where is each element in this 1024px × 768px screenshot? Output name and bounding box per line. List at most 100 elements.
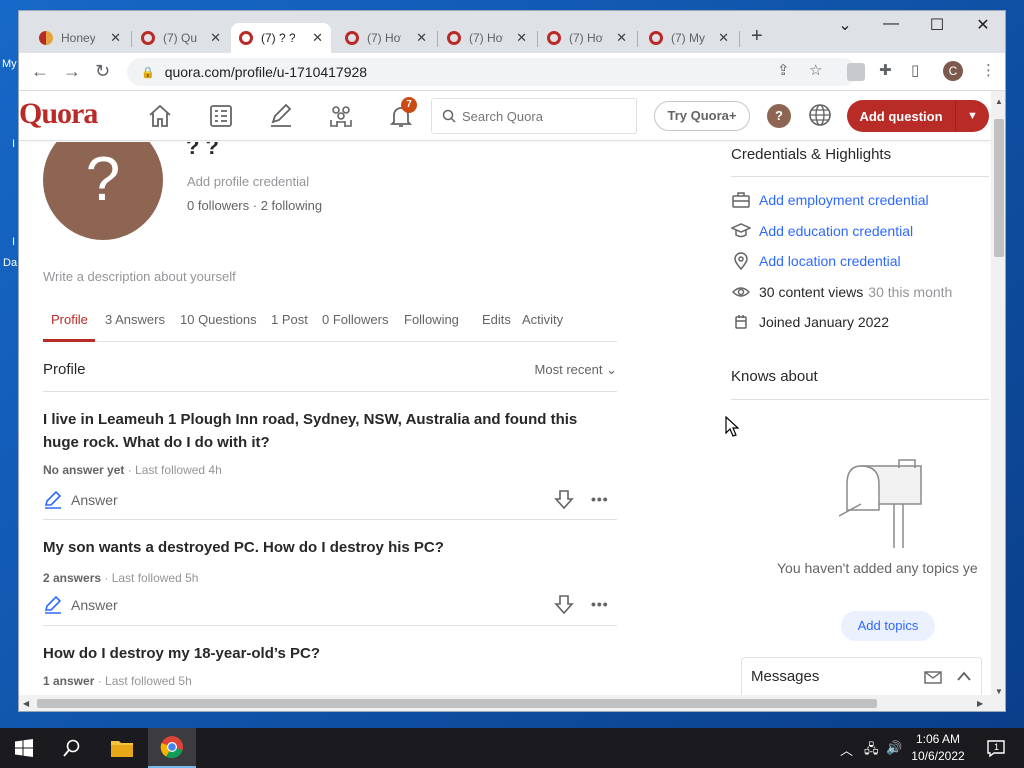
- follow-stats[interactable]: 0 followers · 2 following: [187, 198, 322, 213]
- browser-tab-active[interactable]: (7) ? ? ✕: [231, 23, 331, 53]
- tab-answers[interactable]: 3 Answers: [105, 312, 165, 327]
- add-question-button[interactable]: Add question ▼: [847, 100, 989, 132]
- tab-questions[interactable]: 10 Questions: [180, 312, 257, 327]
- close-tab-icon[interactable]: ✕: [416, 30, 427, 46]
- close-tab-icon[interactable]: ✕: [516, 30, 527, 46]
- browser-tab[interactable]: Honey ✕: [31, 23, 129, 53]
- tab-activity[interactable]: Activity: [522, 312, 563, 327]
- start-button[interactable]: [0, 728, 48, 768]
- location-link[interactable]: Add location credential: [759, 253, 901, 269]
- answer-count[interactable]: 2 answers: [43, 571, 101, 585]
- mouse-pointer-icon: [725, 416, 739, 437]
- answer-pencil-icon[interactable]: [268, 103, 294, 129]
- downvote-arrow-icon[interactable]: [553, 488, 575, 510]
- downvote-arrow-icon[interactable]: [553, 593, 575, 615]
- extension-icon[interactable]: [847, 63, 865, 81]
- side-panel-icon[interactable]: ▯: [911, 61, 919, 79]
- new-tab-button[interactable]: +: [751, 25, 763, 48]
- add-education-credential[interactable]: Add education credential: [731, 222, 913, 240]
- answer-count[interactable]: No answer yet: [43, 463, 124, 477]
- question-title[interactable]: I live in Leameuh 1 Plough Inn road, Syd…: [43, 408, 617, 454]
- close-tab-icon[interactable]: ✕: [616, 30, 627, 46]
- knows-about-title: Knows about: [731, 368, 818, 385]
- menu-kebab-icon[interactable]: ⋮: [981, 61, 996, 79]
- tab-search-chevron-icon[interactable]: ⌄: [825, 15, 865, 35]
- scroll-right-arrow-icon[interactable]: ▶: [977, 699, 983, 708]
- more-options-icon[interactable]: •••: [591, 491, 609, 507]
- more-options-icon[interactable]: •••: [591, 596, 609, 612]
- minimize-button[interactable]: —: [871, 15, 911, 33]
- volume-icon[interactable]: 🔊: [886, 740, 902, 756]
- forward-arrow-icon[interactable]: →: [63, 61, 81, 82]
- add-location-credential[interactable]: Add location credential: [731, 252, 901, 270]
- scrollbar-thumb[interactable]: [994, 119, 1004, 257]
- tray-chevron-icon[interactable]: ︿: [840, 740, 853, 759]
- tab-following[interactable]: Following: [404, 312, 459, 327]
- tab-followers[interactable]: 0 Followers: [322, 312, 388, 327]
- profile-avatar[interactable]: ?: [43, 142, 163, 240]
- chevron-up-icon[interactable]: [956, 670, 972, 682]
- search-input[interactable]: [462, 108, 622, 124]
- search-box[interactable]: [431, 98, 637, 134]
- language-globe-icon[interactable]: [808, 103, 832, 127]
- action-center-icon[interactable]: 1: [986, 738, 1006, 761]
- close-window-button[interactable]: ✕: [963, 15, 1003, 35]
- browser-tab[interactable]: (7) How ✕: [337, 23, 435, 53]
- spaces-people-icon[interactable]: [328, 103, 354, 129]
- tab-posts[interactable]: 1 Post: [271, 312, 308, 327]
- chrome-taskbar-button[interactable]: [148, 728, 196, 768]
- chrome-profile-avatar[interactable]: C: [943, 61, 963, 81]
- browser-tab[interactable]: (7) My ✕: [641, 23, 737, 53]
- browser-tab[interactable]: (7) How ✕: [439, 23, 535, 53]
- education-link[interactable]: Add education credential: [759, 223, 913, 239]
- file-explorer-button[interactable]: [98, 728, 146, 768]
- horizontal-scrollbar[interactable]: ◀ ▶: [19, 695, 1005, 711]
- add-employment-credential[interactable]: Add employment credential: [731, 191, 929, 209]
- try-quora-plus-button[interactable]: Try Quora+: [654, 101, 750, 131]
- sort-dropdown[interactable]: Most recent ⌄: [535, 362, 617, 378]
- network-icon[interactable]: 🖧: [864, 740, 879, 762]
- messages-panel[interactable]: Messages: [741, 657, 982, 695]
- system-clock[interactable]: 1:06 AM 10/6/2022: [905, 731, 971, 765]
- add-profile-credential-link[interactable]: Add profile credential: [187, 174, 309, 189]
- description-prompt[interactable]: Write a description about yourself: [43, 269, 236, 284]
- tab-edits[interactable]: Edits: [482, 312, 511, 327]
- answer-count[interactable]: 1 answer: [43, 674, 94, 688]
- home-icon[interactable]: [147, 103, 173, 129]
- share-icon[interactable]: ⇪: [777, 61, 790, 79]
- compose-message-icon[interactable]: [924, 669, 942, 685]
- close-tab-icon[interactable]: ✕: [210, 30, 221, 46]
- browser-tab[interactable]: (7) How ✕: [539, 23, 635, 53]
- close-tab-icon[interactable]: ✕: [718, 30, 729, 46]
- profile-avatar-small[interactable]: ?: [767, 104, 791, 128]
- scroll-left-arrow-icon[interactable]: ◀: [23, 699, 29, 708]
- chevron-down-icon[interactable]: ▼: [956, 110, 989, 122]
- employment-link[interactable]: Add employment credential: [759, 192, 929, 208]
- scrollbar-thumb[interactable]: [37, 699, 877, 708]
- clock-time: 1:06 AM: [915, 732, 961, 746]
- browser-tab[interactable]: (7) Quo ✕: [133, 23, 229, 53]
- scroll-up-arrow-icon[interactable]: ▲: [995, 97, 1003, 106]
- question-meta: 2 answers · Last followed 5h: [43, 571, 198, 585]
- reload-icon[interactable]: ↻: [95, 61, 110, 82]
- vertical-scrollbar[interactable]: ▲ ▼: [991, 91, 1005, 696]
- answer-button[interactable]: Answer: [43, 490, 118, 510]
- address-bar[interactable]: 🔒 quora.com/profile/u-1710417928: [127, 58, 857, 86]
- bookmark-star-icon[interactable]: ☆: [809, 61, 822, 79]
- quora-logo[interactable]: Quora: [19, 97, 98, 131]
- maximize-button[interactable]: ☐: [917, 15, 957, 35]
- extensions-puzzle-icon[interactable]: ✚: [879, 61, 892, 79]
- following-feed-icon[interactable]: [208, 103, 234, 129]
- close-tab-icon[interactable]: ✕: [110, 30, 121, 46]
- search-taskbar-button[interactable]: [48, 728, 96, 768]
- question-title[interactable]: My son wants a destroyed PC. How do I de…: [43, 536, 617, 559]
- add-topics-button[interactable]: Add topics: [841, 611, 935, 641]
- back-arrow-icon[interactable]: ←: [31, 61, 49, 82]
- content-views: 30 content views 30 this month: [731, 283, 952, 301]
- section-header: Profile Most recent ⌄: [43, 351, 617, 392]
- views-count: 30 content views: [759, 284, 864, 300]
- answer-button[interactable]: Answer: [43, 595, 118, 615]
- tab-profile[interactable]: Profile: [51, 312, 88, 327]
- close-tab-icon[interactable]: ✕: [312, 30, 323, 46]
- question-title[interactable]: How do I destroy my 18-year-old’s PC?: [43, 642, 617, 665]
